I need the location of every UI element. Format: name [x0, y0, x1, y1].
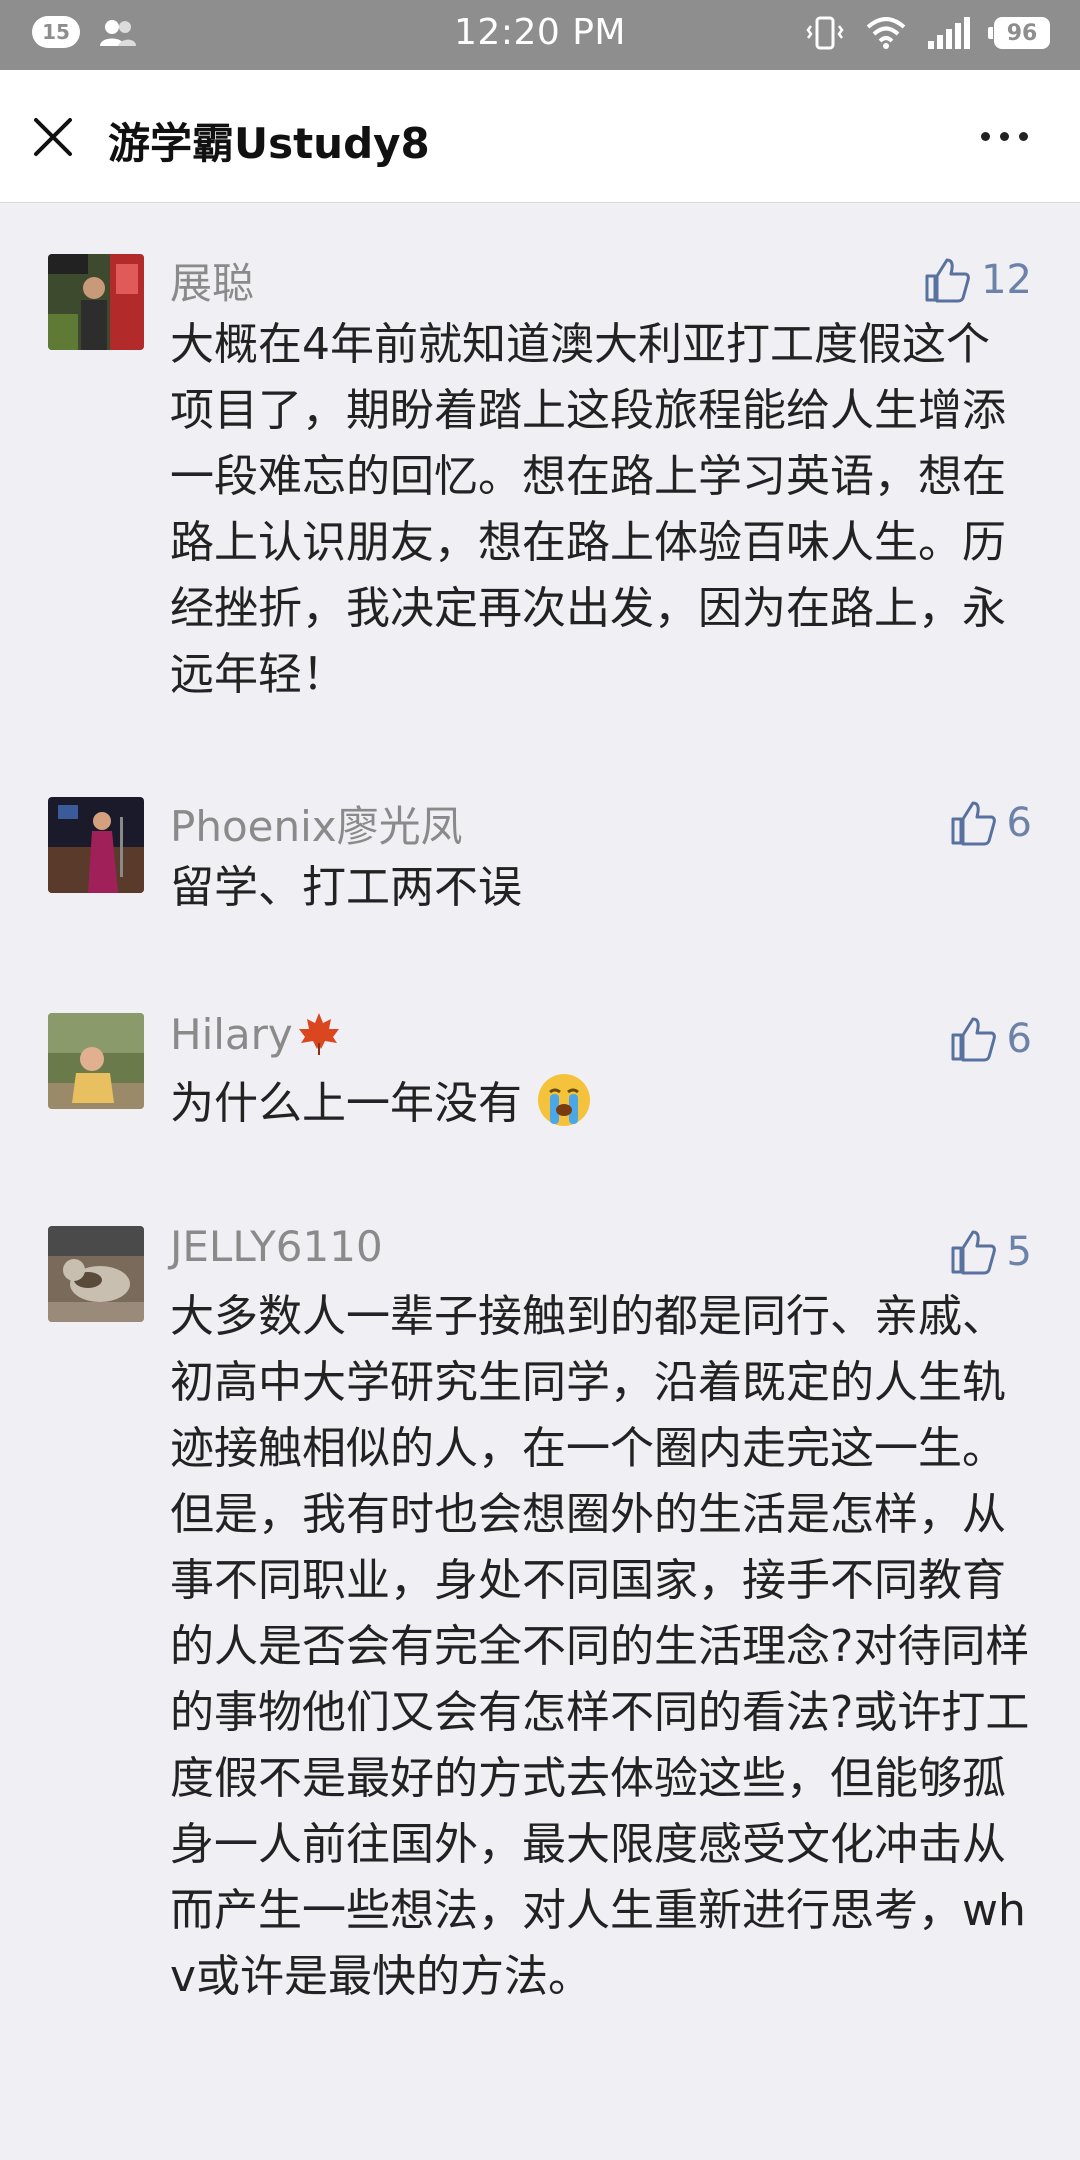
battery-icon: 96	[988, 17, 1050, 49]
thumb-up-icon	[951, 1017, 996, 1062]
wifi-icon	[866, 17, 906, 49]
crying-face-icon	[538, 1074, 590, 1126]
status-bar: 15 12:20 PM 96	[0, 0, 1080, 70]
comment-text: 大概在4年前就知道澳大利亚打工度假这个项目了，期盼着踏上这段旅程能给人生增添一段…	[170, 319, 1006, 700]
like-count: 5	[1006, 1229, 1032, 1275]
like-count: 12	[981, 257, 1032, 303]
comment-author: Hilary	[170, 1009, 343, 1059]
nav-bar: 游学霸Ustudy8	[0, 70, 1080, 203]
avatar[interactable]	[48, 254, 144, 350]
comment-text-body: 为什么上一年没有	[170, 1078, 522, 1129]
like-count: 6	[1006, 1016, 1032, 1062]
avatar[interactable]	[48, 797, 144, 893]
thumb-up-icon	[951, 801, 996, 846]
like-button[interactable]: 5	[949, 1228, 1032, 1276]
maple-leaf-icon	[298, 1013, 339, 1055]
like-button[interactable]: 12	[923, 256, 1032, 304]
comment-text: 为什么上一年没有	[170, 1071, 1030, 1137]
comment-text: 大多数人一辈子接触到的都是同行、亲戚、初高中大学研究生同学，沿着既定的人生轨迹接…	[170, 1291, 1030, 2002]
thumb-up-icon	[951, 1230, 996, 1275]
comment-author: Phoenix廖光凤	[170, 802, 463, 851]
avatar[interactable]	[48, 1013, 144, 1109]
page-title: 游学霸Ustudy8	[108, 119, 430, 168]
more-icon[interactable]	[981, 132, 1028, 141]
comment-author: JELLY6110	[170, 1222, 383, 1271]
close-icon[interactable]	[30, 114, 76, 160]
signal-icon	[928, 17, 970, 49]
like-count: 6	[1006, 800, 1032, 846]
like-button[interactable]: 6	[949, 1015, 1032, 1063]
like-button[interactable]: 6	[949, 799, 1032, 847]
vibrate-icon	[806, 16, 844, 50]
thumb-up-icon	[925, 258, 970, 303]
comment-text: 留学、打工两不误	[170, 862, 522, 913]
avatar[interactable]	[48, 1226, 144, 1322]
comment-author: 展聪	[170, 259, 255, 308]
comment-author-name: Hilary	[170, 1010, 293, 1059]
